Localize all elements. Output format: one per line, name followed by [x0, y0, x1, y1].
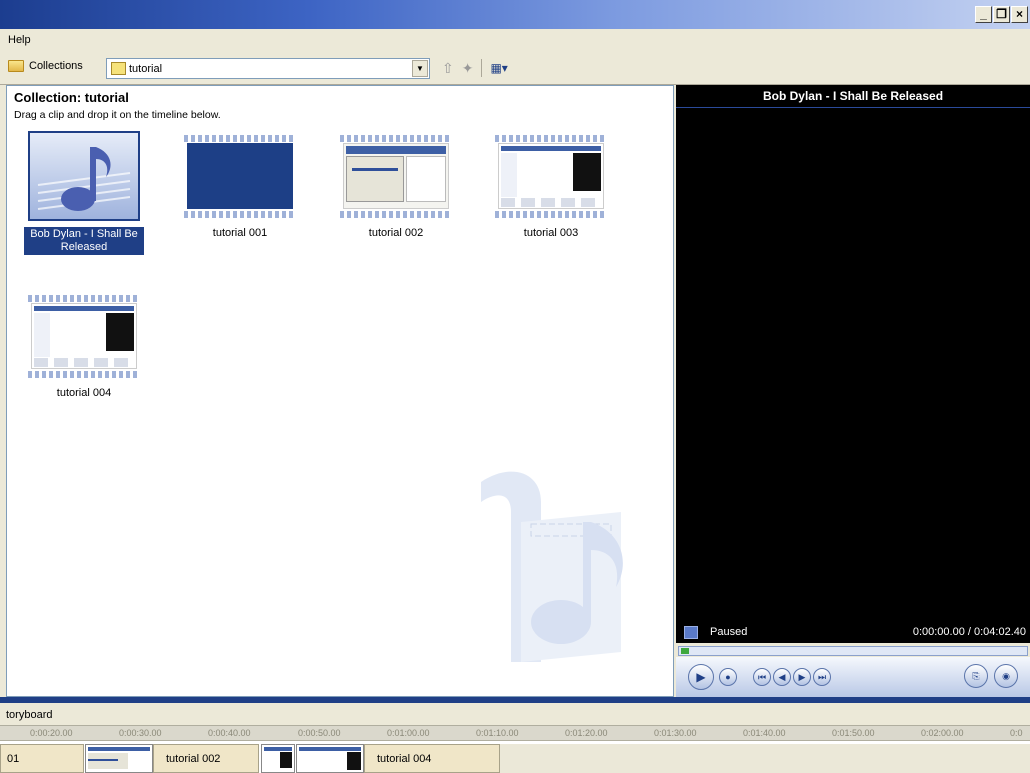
up-level-icon[interactable]: ⇧ [442, 60, 454, 77]
toolbar-separator [481, 59, 483, 77]
ruler-tick: 0:01:00.00 [387, 728, 430, 738]
minimize-button[interactable]: _ [975, 6, 992, 23]
collection-folder-icon [111, 62, 126, 75]
ruler-tick: 0:00:20.00 [30, 728, 73, 738]
collection-title: Collection: tutorial [14, 90, 129, 105]
preview-title: Bob Dylan - I Shall Be Released [676, 85, 1030, 108]
menu-bar: Help [0, 29, 1030, 51]
video-frame [498, 143, 604, 209]
window-buttons: _ ❐ × [975, 6, 1028, 23]
rewind-button[interactable]: ◀ [773, 668, 791, 686]
collection-instruction: Drag a clip and drop it on the timeline … [14, 109, 221, 121]
clip-thumbnail [28, 291, 140, 381]
ruler-tick: 0:01:20.00 [565, 728, 608, 738]
play-button[interactable]: ▶ [688, 664, 714, 690]
film-perforation [184, 135, 296, 142]
clip-label: Bob Dylan - I Shall Be Released [24, 227, 144, 255]
ruler-tick: 0:00:30.00 [119, 728, 162, 738]
media-type-icon [684, 626, 698, 639]
menu-help[interactable]: Help [8, 34, 31, 46]
views-icon[interactable]: ▦▾ [490, 61, 507, 75]
player-controls: ▶ ● ⏮ ◀ ▶ ⏭ ⎘ ◉ [676, 657, 1030, 697]
close-button[interactable]: × [1011, 6, 1028, 23]
title-bar: _ ❐ × [0, 0, 1030, 29]
collection-pane: Collection: tutorial Drag a clip and dro… [6, 85, 674, 697]
clip-thumbnail [184, 131, 296, 221]
folder-icon [8, 60, 24, 72]
forward-button[interactable]: ▶ [793, 668, 811, 686]
timeline-clip-label: tutorial 002 [166, 753, 221, 765]
ruler-tick: 0:01:10.00 [476, 728, 519, 738]
film-perforation [28, 295, 140, 302]
clip-label: tutorial 001 [212, 227, 268, 239]
clip-thumbnail [28, 131, 140, 221]
ruler-tick: 0:00:50.00 [298, 728, 341, 738]
music-note-icon [30, 133, 138, 219]
preview-screen [676, 108, 1030, 622]
timeline-clip-thumbnail [296, 744, 364, 773]
new-collection-icon[interactable]: ✦ [462, 60, 474, 77]
stop-button[interactable]: ● [719, 668, 737, 686]
preview-monitor: Bob Dylan - I Shall Be Released Paused 0… [676, 85, 1030, 697]
film-perforation [184, 211, 296, 218]
film-music-watermark-icon [481, 471, 623, 662]
ruler-tick: 0:00:40.00 [208, 728, 251, 738]
film-perforation [495, 211, 607, 218]
film-perforation [28, 371, 140, 378]
collection-combo-value: tutorial [129, 63, 163, 75]
timeline-clip-label: tutorial 004 [377, 753, 432, 765]
seek-bar[interactable] [678, 646, 1028, 656]
film-perforation [340, 211, 452, 218]
ruler-tick: 0:01:50.00 [832, 728, 875, 738]
video-frame [343, 143, 449, 209]
ruler-tick: 0:02:00.00 [921, 728, 964, 738]
player-status: Paused [710, 626, 748, 638]
timeline-video-track: 01 tutorial 002 tutorial 004 [0, 741, 1030, 773]
snapshot-button[interactable]: ◉ [994, 664, 1018, 688]
pane-divider [0, 697, 1030, 703]
collections-button[interactable]: Collections [8, 60, 83, 72]
ruler-tick: 0:0 [1010, 728, 1023, 738]
previous-frame-button[interactable]: ⏮ [753, 668, 771, 686]
collection-combo[interactable]: tutorial ▼ [106, 58, 430, 79]
timeline-clip-label: 01 [7, 753, 20, 765]
timeline-clip-thumbnail [261, 744, 295, 773]
toolbar: Collections tutorial ▼ ⇧ ✦ ▦▾ [0, 51, 1030, 85]
video-frame [31, 303, 137, 369]
clip-label: tutorial 002 [368, 227, 424, 239]
timeline-empty-area[interactable] [500, 744, 1030, 773]
seek-thumb[interactable] [681, 648, 689, 654]
ruler-tick: 0:01:30.00 [654, 728, 697, 738]
clip-label: tutorial 004 [56, 387, 112, 399]
clip-label: tutorial 003 [523, 227, 579, 239]
player-status-bar: Paused 0:00:00.00 / 0:04:02.40 [676, 622, 1030, 643]
storyboard-label[interactable]: toryboard [0, 705, 1030, 725]
clip-thumbnail [495, 131, 607, 221]
combo-dropdown-arrow-icon[interactable]: ▼ [412, 60, 428, 77]
toolbar-icons: ⇧ ✦ ▦▾ [442, 59, 508, 77]
ruler-tick: 0:01:40.00 [743, 728, 786, 738]
collections-label: Collections [29, 60, 83, 72]
timeline-clip-thumbnail [85, 744, 153, 773]
restore-button[interactable]: ❐ [993, 6, 1010, 23]
timeline-ruler[interactable]: 0:00:20.00 0:00:30.00 0:00:40.00 0:00:50… [0, 725, 1030, 741]
split-button[interactable]: ⎘ [964, 664, 988, 688]
video-frame [187, 143, 293, 209]
film-perforation [340, 135, 452, 142]
film-perforation [495, 135, 607, 142]
clip-thumbnail [340, 131, 452, 221]
timeline-clip[interactable]: tutorial 002 [153, 744, 259, 773]
next-frame-button[interactable]: ⏭ [813, 668, 831, 686]
timeline-clip[interactable]: 01 [0, 744, 84, 773]
timeline-clip[interactable]: tutorial 004 [364, 744, 500, 773]
player-time: 0:00:00.00 / 0:04:02.40 [912, 626, 1026, 638]
